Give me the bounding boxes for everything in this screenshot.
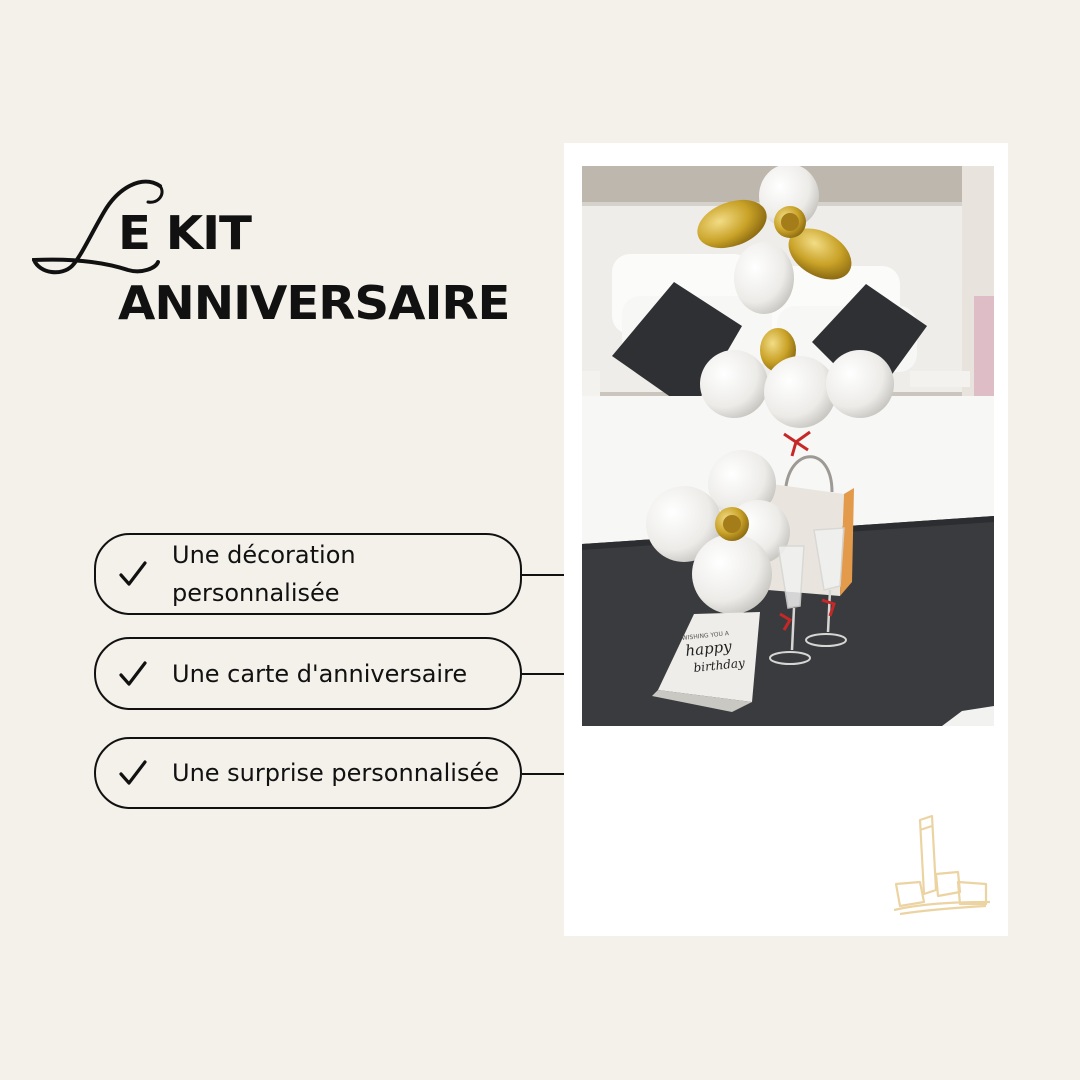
feature-label-continued: personnalisée bbox=[172, 579, 340, 607]
feature-pill-card: Une carte d'anniversaire bbox=[94, 637, 522, 710]
checkmark-icon bbox=[119, 561, 147, 586]
feature-label: Une carte d'anniversaire bbox=[172, 659, 468, 688]
checkmark-icon bbox=[119, 760, 147, 785]
feature-label: Une décoration bbox=[172, 541, 356, 569]
feature-pill-decoration: Une décoration personnalisée bbox=[94, 533, 522, 615]
title-line-2: ANNIVERSAIRE bbox=[118, 276, 511, 330]
checkmark-icon bbox=[119, 660, 147, 686]
bedroom-illustration: WISHING YOU A happy birthday bbox=[582, 166, 994, 726]
title-line-1: E KIT bbox=[118, 206, 252, 260]
hotel-logo bbox=[893, 814, 991, 916]
feature-label: Une surprise personnalisée bbox=[172, 759, 499, 787]
bedroom-photo: WISHING YOU A happy birthday bbox=[582, 166, 994, 726]
feature-pill-surprise: Une surprise personnalisée bbox=[94, 737, 522, 809]
